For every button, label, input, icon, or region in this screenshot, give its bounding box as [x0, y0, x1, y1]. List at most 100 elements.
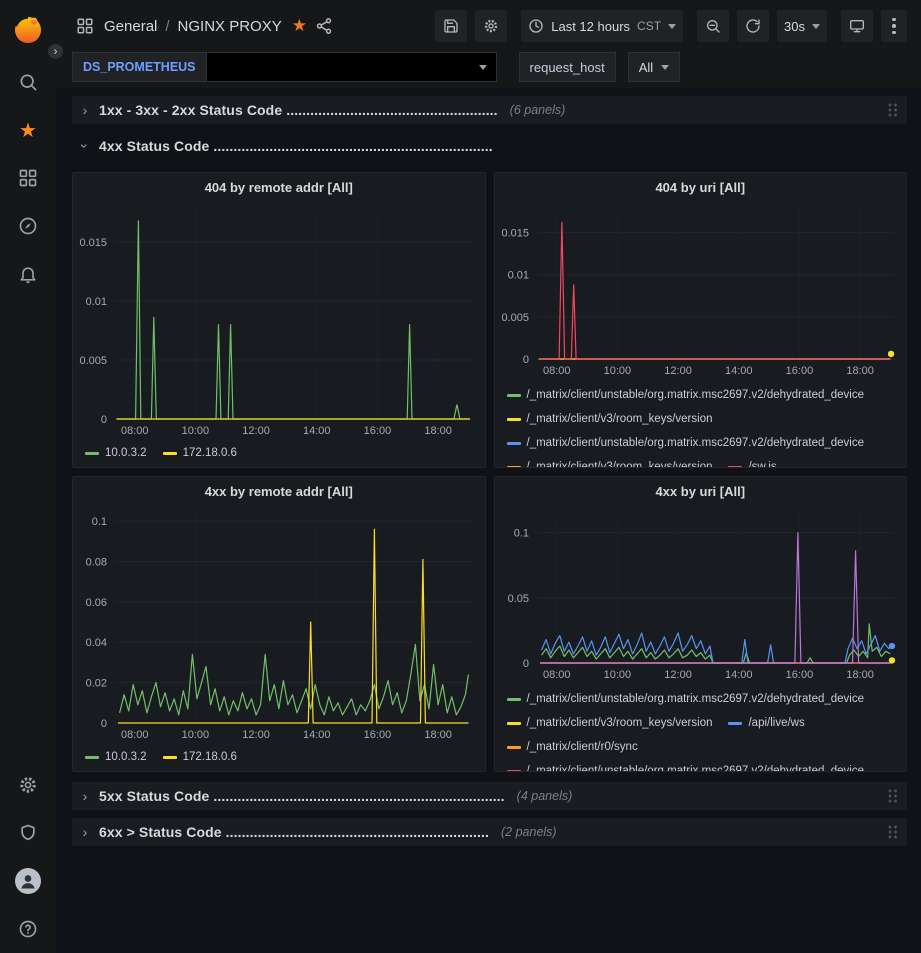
timeseries-svg: 08:0010:0012:0014:0016:0018:0000.0050.01… — [495, 201, 907, 379]
legend-item[interactable]: 172.18.0.6 — [163, 443, 237, 463]
legend-swatch — [507, 770, 521, 772]
legend-swatch — [85, 756, 99, 759]
legend-label: 172.18.0.6 — [183, 447, 237, 459]
legend-item[interactable]: /_matrix/client/v3/room_keys/version — [507, 409, 713, 429]
svg-text:0: 0 — [101, 718, 107, 730]
svg-text:18:00: 18:00 — [424, 425, 452, 437]
favorite-star-icon[interactable]: ★ — [292, 16, 307, 36]
svg-text:0.04: 0.04 — [86, 637, 107, 649]
timeseries-svg: 08:0010:0012:0014:0016:0018:0000.020.040… — [73, 505, 485, 743]
legend-item[interactable]: /_matrix/client/unstable/org.matrix.msc2… — [507, 385, 865, 405]
legend-item[interactable]: /api/live/ws — [728, 713, 804, 733]
panel-title[interactable]: 4xx by uri [All] — [495, 477, 907, 505]
svg-text:0.005: 0.005 — [79, 355, 107, 367]
row-5xx-status-code[interactable]: › 5xx Status Code ......................… — [72, 782, 907, 810]
panel-title[interactable]: 404 by uri [All] — [495, 173, 907, 201]
panel-title[interactable]: 4xx by remote addr [All] — [73, 477, 485, 505]
dashboards-grid-icon[interactable] — [8, 158, 48, 198]
legend-item[interactable]: /_matrix/client/unstable/org.matrix.msc2… — [507, 761, 865, 771]
alerting-bell-icon[interactable] — [8, 254, 48, 294]
timeseries-plot[interactable]: 08:0010:0012:0014:0016:0018:0000.0050.01… — [495, 201, 907, 379]
save-dashboard-button[interactable] — [435, 10, 467, 42]
svg-text:0.005: 0.005 — [501, 312, 529, 324]
tv-mode-button[interactable] — [841, 10, 873, 42]
svg-text:08:00: 08:00 — [542, 669, 570, 681]
panel-404-by-uri: 404 by uri [All] 08:0010:0012:0014:0016:… — [494, 172, 908, 468]
row-1xx-3xx-2xx-status-code[interactable]: › 1xx - 3xx - 2xx Status Code ..........… — [72, 96, 907, 124]
chevron-right-icon: › — [80, 788, 90, 804]
legend-item[interactable]: /_matrix/client/unstable/org.matrix.msc2… — [507, 433, 865, 453]
svg-text:0.015: 0.015 — [501, 228, 529, 240]
starred-star-icon[interactable]: ★ — [8, 110, 48, 150]
sidebar-expand-button[interactable]: › — [47, 43, 64, 60]
dashboard-title[interactable]: NGINX PROXY — [178, 18, 282, 35]
request-host-variable-value[interactable]: All — [628, 52, 680, 82]
legend-label: /_matrix/client/unstable/org.matrix.msc2… — [527, 389, 865, 401]
kebab-menu-button[interactable] — [881, 10, 907, 42]
chevron-down-icon: › — [77, 141, 93, 151]
breadcrumb-separator: / — [165, 18, 169, 35]
help-icon[interactable] — [8, 909, 48, 949]
dashboard-squares-icon[interactable] — [76, 17, 94, 35]
grafana-logo[interactable] — [11, 12, 45, 46]
grafana-app: ★ — [0, 0, 921, 953]
svg-text:16:00: 16:00 — [364, 729, 392, 741]
legend-item[interactable]: /_matrix/client/v3/room_keys/version — [507, 457, 713, 467]
svg-text:14:00: 14:00 — [724, 365, 752, 377]
legend-swatch — [507, 746, 521, 749]
legend-item[interactable]: /_matrix/client/r0/sync — [507, 737, 638, 757]
row-drag-handle[interactable] — [888, 103, 899, 118]
zoom-out-button[interactable] — [697, 10, 729, 42]
dashboard-settings-button[interactable] — [475, 10, 507, 42]
admin-shield-icon[interactable] — [8, 813, 48, 853]
chevron-down-icon — [668, 24, 676, 29]
svg-text:0.1: 0.1 — [92, 516, 107, 528]
timeseries-plot[interactable]: 08:0010:0012:0014:0016:0018:0000.0050.01… — [73, 201, 485, 439]
legend-swatch — [507, 418, 521, 421]
request-host-variable-label[interactable]: request_host — [519, 52, 616, 82]
svg-text:10:00: 10:00 — [603, 365, 631, 377]
datasource-variable-value[interactable] — [207, 52, 497, 82]
legend-item[interactable]: /_matrix/client/unstable/org.matrix.msc2… — [507, 689, 865, 709]
legend-swatch — [728, 722, 742, 725]
timeseries-plot[interactable]: 08:0010:0012:0014:0016:0018:0000.020.040… — [73, 505, 485, 743]
sidebar: ★ — [0, 0, 56, 953]
legend-label: /api/live/ws — [748, 717, 804, 729]
time-range-picker[interactable]: Last 12 hours CST — [521, 10, 683, 42]
row-6xx-status-code[interactable]: › 6xx > Status Code ....................… — [72, 818, 907, 846]
datasource-variable-label[interactable]: DS_PROMETHEUS — [72, 52, 207, 82]
search-icon[interactable] — [8, 62, 48, 102]
legend-swatch — [163, 756, 177, 759]
row-4xx-status-code[interactable]: › 4xx Status Code ......................… — [72, 132, 907, 160]
row-drag-handle[interactable] — [888, 825, 899, 840]
legend-item[interactable]: 10.0.3.2 — [85, 747, 147, 767]
legend-swatch — [507, 698, 521, 701]
legend-item[interactable]: 10.0.3.2 — [85, 443, 147, 463]
panel-legend: 10.0.3.2 172.18.0.6 — [73, 439, 485, 467]
panel-title[interactable]: 404 by remote addr [All] — [73, 173, 485, 201]
main-area: General / NGINX PROXY ★ — [56, 0, 921, 953]
panel-4xx-by-remote-addr: 4xx by remote addr [All] 08:0010:0012:00… — [72, 476, 486, 772]
breadcrumb-section[interactable]: General — [104, 18, 157, 35]
svg-text:10:00: 10:00 — [182, 425, 210, 437]
refresh-button[interactable] — [737, 10, 769, 42]
legend-item[interactable]: /sw.js — [728, 457, 776, 467]
svg-text:0: 0 — [522, 354, 528, 366]
svg-text:0.015: 0.015 — [79, 237, 107, 249]
avatar-image — [15, 868, 41, 894]
user-avatar[interactable] — [8, 861, 48, 901]
settings-gear-icon[interactable] — [8, 765, 48, 805]
svg-text:16:00: 16:00 — [785, 669, 813, 681]
panel-grid: 404 by remote addr [All] 08:0010:0012:00… — [72, 172, 907, 772]
legend-label: /_matrix/client/unstable/org.matrix.msc2… — [527, 437, 865, 449]
row-panel-count: (4 panels) — [517, 789, 573, 803]
legend-item[interactable]: 172.18.0.6 — [163, 747, 237, 767]
legend-item[interactable]: /_matrix/client/v3/room_keys/version — [507, 713, 713, 733]
row-drag-handle[interactable] — [888, 789, 899, 804]
legend-label: /_matrix/client/v3/room_keys/version — [527, 717, 713, 729]
refresh-interval-dropdown[interactable]: 30s — [777, 10, 827, 42]
explore-compass-icon[interactable] — [8, 206, 48, 246]
share-icon[interactable] — [315, 17, 333, 35]
timeseries-plot[interactable]: 08:0010:0012:0014:0016:0018:0000.050.1 — [495, 505, 907, 683]
time-range-label: Last 12 hours — [551, 19, 630, 34]
